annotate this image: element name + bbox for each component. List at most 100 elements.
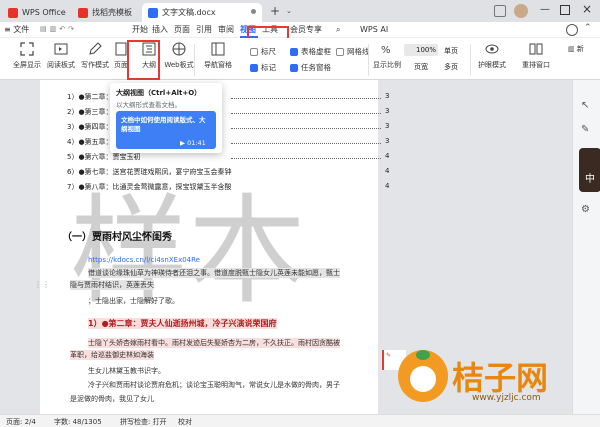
tutorial-video-card[interactable]: 文档中如何使用阅读版式、大纲视图 ▶ 01:41 (116, 111, 216, 149)
reading-layout-label: 阅读板式 (47, 61, 75, 69)
checkbox-off-icon (250, 47, 258, 56)
menu-start[interactable]: 开始 (132, 24, 148, 36)
window-layout-icon[interactable] (494, 5, 506, 17)
document-link[interactable]: https://kdocs.cn/l/ci4snXEx04Re (88, 256, 200, 264)
spell-check-status[interactable]: 拼写检查: 打开 (120, 417, 167, 427)
ribbon-separator (368, 44, 369, 76)
marks-checkbox[interactable]: 标记 (250, 62, 276, 73)
maximize-icon[interactable] (560, 5, 570, 15)
new-tab-icon[interactable]: + (270, 4, 280, 18)
paragraph-line: 士隐丫头娇杏嫁雨村看中。雨村发迹后失娶娇杏为二房，不久扶正。雨村因贪酷被 (88, 338, 340, 348)
wps-ai-button[interactable]: WPS AI (360, 24, 388, 36)
ruler-checkbox[interactable]: 标尺 (250, 46, 276, 57)
ruler-label: 标尺 (261, 47, 276, 56)
paragraph-line: 是泥做的骨肉，我见了女儿 (70, 395, 154, 403)
clock-icon[interactable] (566, 24, 578, 36)
word-count[interactable]: 字数: 48/1305 (54, 417, 102, 427)
tab-label: 找稻壳模板 (92, 8, 132, 17)
search-icon[interactable]: ⌕ (336, 25, 340, 35)
unsaved-dot-icon (251, 9, 256, 14)
eye-icon (485, 44, 499, 54)
tooltip-title: 大纲视图（Ctrl+Alt+O） (116, 89, 202, 97)
table-gridline-label: 表格虚框 (301, 47, 331, 56)
rearrange-window-button[interactable]: 重排窗口 (518, 42, 554, 70)
eye-care-button[interactable]: 护眼模式 (474, 42, 510, 70)
paragraph-line: 冷子兴和贾雨村谈论贾府危机；谈论宝玉聪明淘气，常说女儿是水做的骨肉，男子 (88, 381, 340, 389)
expand-icon[interactable]: ⌃ (584, 23, 592, 33)
paragraph-line: 借道谈论缘珠仙草为神瑛侍者还泪之事。借道度脱甄士隐女儿英莲未能如愿，甄士 (88, 268, 340, 278)
menu-insert[interactable]: 插入 (152, 24, 168, 36)
zoom-ratio-button[interactable]: % 显示比例 (372, 42, 402, 70)
cursor-icon[interactable]: ↖ (581, 100, 589, 111)
highlight-box-outline (127, 40, 160, 80)
reading-icon (54, 43, 68, 55)
zoom-ratio-label: 显示比例 (373, 61, 401, 69)
quick-access-icons[interactable]: ▤▥↶↷ (40, 25, 100, 35)
tab-list-icon[interactable]: ⌄ (286, 7, 292, 15)
ribbon-separator (194, 44, 195, 76)
tutorial-title: 文档中如何使用阅读版式、大纲视图 (121, 116, 206, 133)
fullscreen-icon (20, 42, 34, 56)
toc-entry[interactable]: 5）●第六章：贾宝玉初 4 (67, 152, 397, 162)
grid-checkbox[interactable]: 网格线 (336, 46, 370, 57)
drag-handle-icon[interactable]: ⋮⋮ (34, 280, 50, 289)
tab-label: 文字文稿.docx (162, 8, 216, 17)
rearrange-label: 重排窗口 (522, 61, 550, 69)
tab-templates[interactable]: 找稻壳模板 (72, 3, 138, 22)
status-bar: 页面: 2/4 字数: 48/1305 拼写检查: 打开 校对 (0, 414, 600, 427)
tab-label: WPS Office (22, 8, 66, 17)
avatar[interactable] (514, 4, 528, 18)
checkbox-on-icon (290, 63, 298, 72)
page-width-button[interactable]: 页宽 (414, 62, 428, 72)
tab-wps-office[interactable]: WPS Office (2, 3, 68, 22)
menu-member[interactable]: 会员专享 (290, 24, 322, 36)
tab-document[interactable]: 文字文稿.docx (142, 3, 262, 22)
marks-label: 标记 (261, 63, 276, 72)
web-layout-button[interactable]: Web板式 (164, 42, 194, 70)
task-pane-label: 任务窗格 (301, 63, 331, 72)
logo-url: www.yjzljc.com (472, 393, 541, 403)
toc-entry[interactable]: 7）●第八章：比通灵金莺微露意，探宝钗黛玉半含酸 4 (67, 182, 397, 192)
writing-mode-label: 写作模式 (81, 61, 109, 69)
ribbon-toolbar: 全屏显示 阅读板式 写作模式 页面 大纲 Web板式 导航窗格 标尺 表格虚框 … (0, 38, 600, 80)
proofread-button[interactable]: 校对 (178, 417, 192, 427)
right-sidebar: ↖ ✎ 中 ⚙ (572, 80, 600, 414)
pen-tool-icon[interactable]: ✎ (581, 124, 589, 135)
ribbon-separator (470, 44, 471, 76)
grid-label: 网格线 (347, 47, 370, 56)
menu-page[interactable]: 页面 (174, 24, 190, 36)
toc-entry[interactable]: 6）●第七章：送宫花贾琏戏熙凤，宴宁府宝玉会秦钟 4 (67, 167, 397, 177)
menu-reference[interactable]: 引用 (196, 24, 212, 36)
table-gridline-checkbox[interactable]: 表格虚框 (290, 46, 331, 57)
file-menu[interactable]: ≡ 文件 (4, 24, 29, 36)
paragraph-line: 革职，给巡盐御史林如海装 (70, 350, 154, 360)
rearrange-icon (529, 43, 543, 55)
settings-icon[interactable]: ⚙ (581, 204, 590, 215)
daoke-logo-icon (78, 7, 88, 18)
menu-bar: ≡ 文件 ▤▥↶↷ 开始 插入 页面 引用 审阅 视图 工具 会员专享 ⌕ WP… (0, 22, 600, 60)
eye-care-label: 护眼模式 (478, 61, 506, 69)
nav-pane-button[interactable]: 导航窗格 (198, 42, 238, 70)
menu-review[interactable]: 审阅 (218, 24, 234, 36)
title-bar: WPS Office 找稻壳模板 文字文稿.docx + ⌄ — × (0, 0, 600, 22)
tooltip-description: 以大纲形式查看文档。 (116, 101, 181, 109)
task-pane-checkbox[interactable]: 任务窗格 (290, 62, 331, 73)
fullscreen-label: 全屏显示 (13, 61, 41, 69)
close-icon[interactable]: × (582, 2, 592, 16)
multi-page-button[interactable]: 多页 (444, 62, 458, 72)
orange-logo-icon (398, 350, 448, 402)
minimize-icon[interactable]: — (540, 4, 550, 15)
zoom-icon: % (381, 45, 391, 56)
nav-pane-label: 导航窗格 (204, 61, 232, 69)
page-icon (115, 42, 127, 56)
zoom-100-button[interactable]: 100% (404, 44, 438, 56)
ad-mascot[interactable]: 中 (579, 148, 600, 192)
page-indicator[interactable]: 页面: 2/4 (6, 417, 36, 427)
single-page-button[interactable]: 单页 (444, 46, 458, 56)
reading-layout-button[interactable]: 阅读板式 (46, 42, 76, 70)
paragraph-line: ；士隐出家，士隐解好了歌。 (88, 297, 179, 305)
fullscreen-button[interactable]: 全屏显示 (12, 42, 42, 70)
new-window-button[interactable]: ▥ 新 (568, 44, 594, 74)
checkbox-off-icon (336, 47, 344, 56)
paragraph-line: 隐与贾雨村结识，英莲丢失 (70, 280, 154, 290)
